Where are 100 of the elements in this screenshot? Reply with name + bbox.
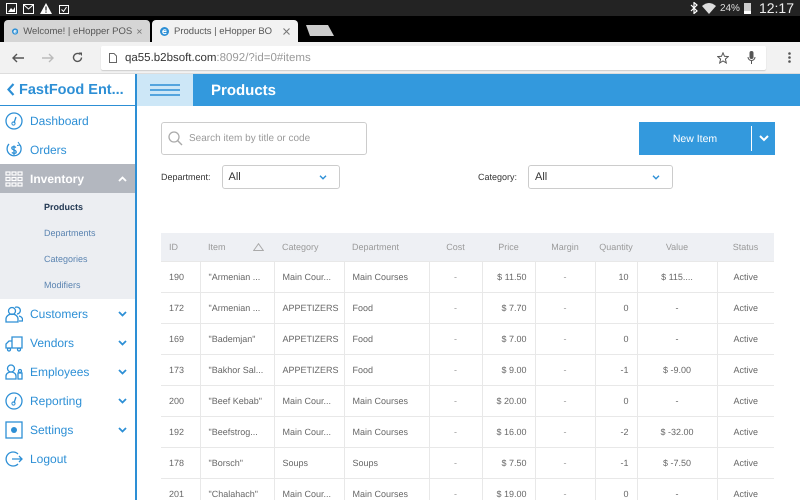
table-cell: 0 <box>623 489 628 499</box>
table-cell: Main Cour... <box>282 489 332 499</box>
table-cell: "Chalahach" <box>208 489 258 499</box>
url-text: qa55.b2bsoft.com:8092/?id=0#items <box>125 52 312 64</box>
table-cell: Food <box>352 365 374 375</box>
column-header[interactable]: Margin <box>551 242 579 252</box>
column-header[interactable]: Cost <box>446 242 465 252</box>
close-icon[interactable] <box>283 28 290 34</box>
tab-title: Welcome! | eHopper POS <box>23 26 132 36</box>
column-header[interactable]: Value <box>666 242 688 252</box>
table-cell: $ 11.50 <box>497 272 526 282</box>
person-badge-icon <box>5 362 23 380</box>
table-cell: "Armenian ... <box>208 303 260 313</box>
chevron-down-icon <box>318 174 327 180</box>
sidebar-item[interactable]: Inventory <box>0 164 135 193</box>
new-tab-button[interactable] <box>306 25 334 36</box>
chevron-left-icon <box>7 83 15 96</box>
url-field[interactable]: qa55.b2bsoft.com:8092/?id=0#items <box>101 46 766 70</box>
table-cell: $ -32.00 <box>660 427 694 437</box>
table-cell: - <box>564 303 566 313</box>
table-cell: -1 <box>620 365 628 375</box>
sidebar-item[interactable]: Logout <box>0 444 135 473</box>
table-cell: "Beefstrog... <box>208 427 258 437</box>
table-cell: -1 <box>620 458 628 468</box>
back-link[interactable]: FastFood Ent... <box>7 82 124 98</box>
browser-tab[interactable]: Products | eHopper BO <box>152 20 298 42</box>
sidebar-item[interactable]: Vendors <box>0 328 135 357</box>
table-cell: $ -9.00 <box>662 365 692 375</box>
column-header[interactable]: Item <box>208 242 226 252</box>
submenu-item[interactable]: Modifiers <box>0 272 135 298</box>
column-header[interactable]: Price <box>498 242 519 252</box>
dashboard-gauge-icon <box>5 112 23 130</box>
sidebar-item[interactable]: Reporting <box>0 386 135 415</box>
table-cell: 10 <box>618 272 628 282</box>
sidebar-item[interactable]: Settings <box>0 415 135 444</box>
microphone-icon[interactable] <box>747 51 756 64</box>
table-cell: $ -7.50 <box>662 458 692 468</box>
sidebar-item[interactable]: Dashboard <box>0 106 135 135</box>
table-cell: - <box>454 458 457 468</box>
table-cell: $ 7.00 <box>501 334 526 344</box>
table-cell: "Armenian ... <box>208 272 260 282</box>
site-logo-icon <box>12 26 18 36</box>
reload-icon[interactable] <box>72 52 83 63</box>
table-cell: Active <box>733 334 758 344</box>
page-icon <box>109 52 117 62</box>
table-cell: - <box>454 334 457 344</box>
chevron-down-icon <box>652 174 660 180</box>
dollar-icon <box>5 140 23 158</box>
column-header[interactable]: ID <box>169 242 178 252</box>
table-cell: Active <box>733 396 758 406</box>
battery-icon <box>744 2 751 14</box>
back-arrow-icon[interactable] <box>12 52 24 62</box>
table-cell: Main Cour... <box>282 396 332 406</box>
mail-icon <box>23 2 34 14</box>
table-cell: Active <box>733 272 758 282</box>
close-icon[interactable] <box>137 28 142 34</box>
submenu-item[interactable]: Categories <box>0 246 135 272</box>
browser-tab[interactable]: Welcome! | eHopper POS <box>4 20 150 42</box>
sidebar-item[interactable]: Customers <box>0 299 135 328</box>
table-cell: 200 <box>169 396 184 406</box>
menu-button[interactable] <box>137 74 193 106</box>
filter-label: Department: <box>161 172 211 182</box>
table-cell: $ 9.00 <box>501 365 526 375</box>
logout-icon <box>5 450 23 468</box>
table-cell: 172 <box>169 303 184 313</box>
column-header[interactable]: Status <box>732 242 758 252</box>
column-header[interactable]: Category <box>282 242 319 252</box>
select-dropdown[interactable]: All <box>528 165 674 189</box>
table-cell: - <box>564 427 566 437</box>
table-cell: - <box>564 272 566 282</box>
table-cell: - <box>454 272 457 282</box>
table-cell: - <box>454 489 457 499</box>
column-header[interactable]: Department <box>352 242 400 252</box>
more-menu-icon[interactable] <box>788 52 791 63</box>
submenu-item[interactable]: Products <box>0 194 135 220</box>
table-cell: APPETIZERS <box>282 303 339 313</box>
search-icon <box>168 131 183 146</box>
select-dropdown[interactable]: All <box>222 165 340 189</box>
table-cell: $ 16.00 <box>496 427 526 437</box>
search-field[interactable]: Search item by title or code <box>161 122 367 155</box>
star-icon[interactable] <box>717 52 729 64</box>
table-cell: $ 115.... <box>661 272 693 282</box>
table-cell: $ 19.00 <box>496 489 526 499</box>
table-cell: Active <box>733 458 758 468</box>
reporting-gauge-icon <box>5 392 23 410</box>
wifi-icon <box>702 2 716 14</box>
table-cell: Main Courses <box>352 427 408 437</box>
submenu-item[interactable]: Departments <box>0 220 135 246</box>
table-cell: - <box>454 365 457 375</box>
table-cell: "Bakhor Sal... <box>208 365 264 375</box>
sidebar-item[interactable]: Employees <box>0 357 135 386</box>
sidebar-item[interactable]: Orders <box>0 135 135 164</box>
table-cell: - <box>564 458 566 468</box>
table-cell: $ 7.70 <box>501 303 526 313</box>
truck-icon <box>5 334 23 352</box>
table-cell: APPETIZERS <box>282 334 339 344</box>
table-cell: - <box>564 396 566 406</box>
table-cell: 192 <box>169 427 184 437</box>
table-cell: $ 20.00 <box>496 396 526 406</box>
table-cell: 169 <box>169 334 184 344</box>
